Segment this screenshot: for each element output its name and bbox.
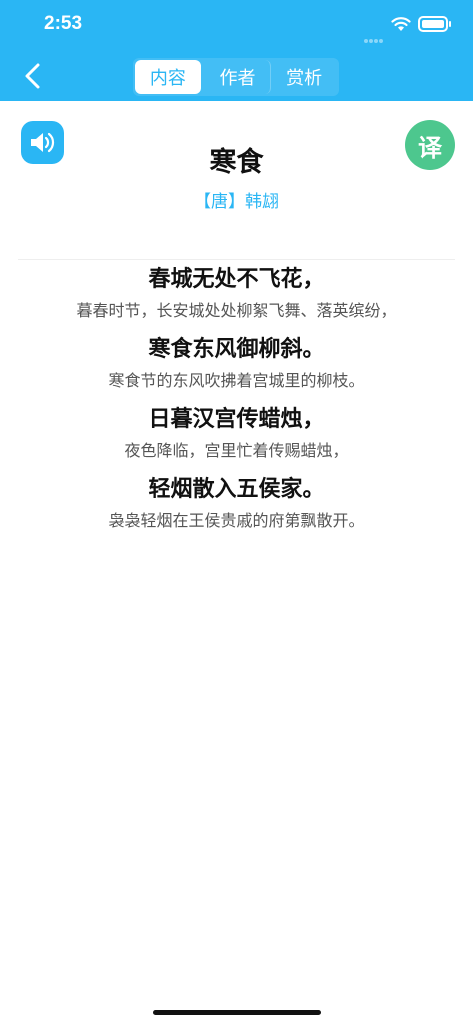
poem-line: 春城无处不飞花，: [148, 267, 325, 292]
poem-author[interactable]: 【唐】韩翃: [0, 187, 473, 212]
poem-stanza: 日暮汉宫传蜡烛， 夜色降临，宫里忙着传赐蜡烛，: [0, 403, 473, 465]
poem-translation: 暮春时节，长安城处处柳絮飞舞、落英缤纷，: [76, 301, 397, 320]
poem-translation: 夜色降临，宫里忙着传赐蜡烛，: [124, 441, 349, 460]
poem-stanza: 寒食东风御柳斜。 寒食节的东风吹拂着宫城里的柳枝。: [0, 333, 473, 395]
poem-body: 春城无处不飞花， 暮春时节，长安城处处柳絮飞舞、落英缤纷， 寒食东风御柳斜。 寒…: [0, 263, 473, 543]
back-button[interactable]: [18, 60, 48, 92]
poem-line: 寒食东风御柳斜。: [148, 337, 325, 362]
segment-tabs: 内容 作者 赏析: [133, 58, 339, 96]
poem-translation: 寒食节的东风吹拂着宫城里的柳枝。: [108, 371, 365, 390]
status-time: 2:53: [44, 13, 83, 34]
battery-icon: [418, 16, 451, 32]
poem-stanza: 春城无处不飞花， 暮春时节，长安城处处柳絮飞舞、落英缤纷，: [0, 263, 473, 325]
cellular-signal-icon: [364, 28, 386, 43]
tab-author[interactable]: 作者: [205, 60, 272, 94]
poem-title: 寒食: [209, 147, 264, 178]
chevron-left-icon: [25, 63, 40, 89]
tab-appreciation[interactable]: 赏析: [271, 60, 337, 94]
wifi-icon: [391, 17, 411, 31]
tab-content[interactable]: 内容: [135, 60, 201, 94]
home-indicator[interactable]: [153, 1010, 321, 1015]
nav-header: 2:53 内容 作者 赏析: [0, 0, 473, 101]
poem-stanza: 轻烟散入五侯家。 袅袅轻烟在王侯贵戚的府第飘散开。: [0, 473, 473, 535]
poem-line: 轻烟散入五侯家。: [148, 477, 325, 502]
poem-line: 日暮汉宫传蜡烛，: [148, 407, 325, 432]
status-bar: 2:53: [0, 0, 473, 50]
poem-translation: 袅袅轻烟在王侯贵戚的府第飘散开。: [108, 511, 365, 530]
divider: [18, 259, 455, 260]
